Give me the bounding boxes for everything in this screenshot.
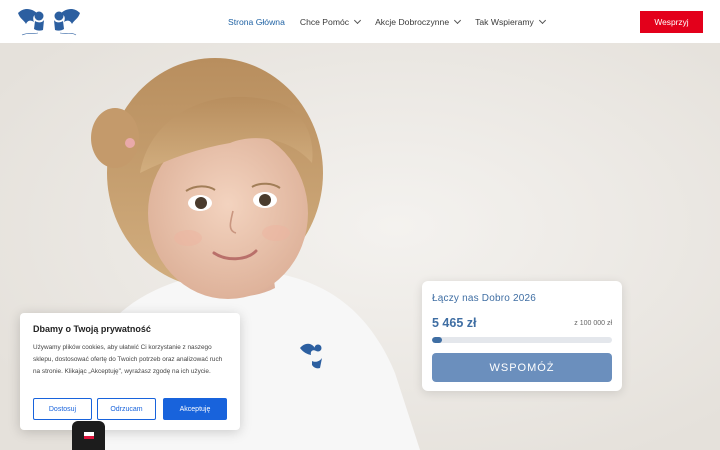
angel-wings-logo-icon[interactable]	[14, 5, 84, 37]
chevron-down-icon	[454, 16, 462, 24]
campaign-title: Łączy nas Dobro 2026	[432, 293, 537, 304]
support-button[interactable]: WSPOMÓŻ	[432, 353, 612, 382]
nav-item-charity-actions[interactable]: Akcje Dobroczynne	[375, 16, 462, 27]
customize-button[interactable]: Dostosuj	[33, 398, 92, 420]
poland-flag-icon	[83, 432, 94, 439]
nav-item-how-we-support[interactable]: Tak Wspieramy	[475, 16, 546, 27]
cookie-title: Dbamy o Twoją prywatność	[33, 324, 151, 334]
donation-progress-fill	[432, 337, 442, 343]
cookie-text: Używamy plików cookies, aby ułatwić Ci k…	[33, 344, 223, 375]
nav-item-how-we-support-label: Tak Wspieramy	[475, 16, 534, 27]
site-header: Strona Główna Chce Pomóc Akcje Dobroczyn…	[0, 0, 720, 43]
raised-amount: 5 465 zł	[432, 316, 477, 330]
donation-card: Łączy nas Dobro 2026 5 465 zł z 100 000 …	[422, 281, 622, 391]
chevron-down-icon	[538, 16, 546, 24]
nav-item-home[interactable]: Strona Główna	[228, 17, 285, 27]
nav-item-want-to-help-label: Chce Pomóc	[299, 16, 350, 27]
reject-button[interactable]: Odrzucam	[97, 398, 156, 420]
nav-item-home-label: Strona Główna	[228, 16, 285, 27]
goal-amount: z 100 000 zł	[574, 320, 612, 327]
main-nav: Strona Główna Chce Pomóc Akcje Dobroczyn…	[228, 0, 560, 43]
chevron-down-icon	[354, 16, 362, 24]
accept-button[interactable]: Akceptuję	[163, 398, 227, 420]
donation-progress-bar	[432, 337, 612, 343]
cookie-consent-dialog: Dbamy o Twoją prywatność Używamy plików …	[20, 313, 240, 430]
donate-button[interactable]: Wesprzyj	[640, 11, 703, 33]
language-switcher[interactable]	[72, 421, 105, 450]
nav-item-want-to-help[interactable]: Chce Pomóc	[299, 16, 362, 27]
nav-item-charity-actions-label: Akcje Dobroczynne	[375, 16, 450, 27]
